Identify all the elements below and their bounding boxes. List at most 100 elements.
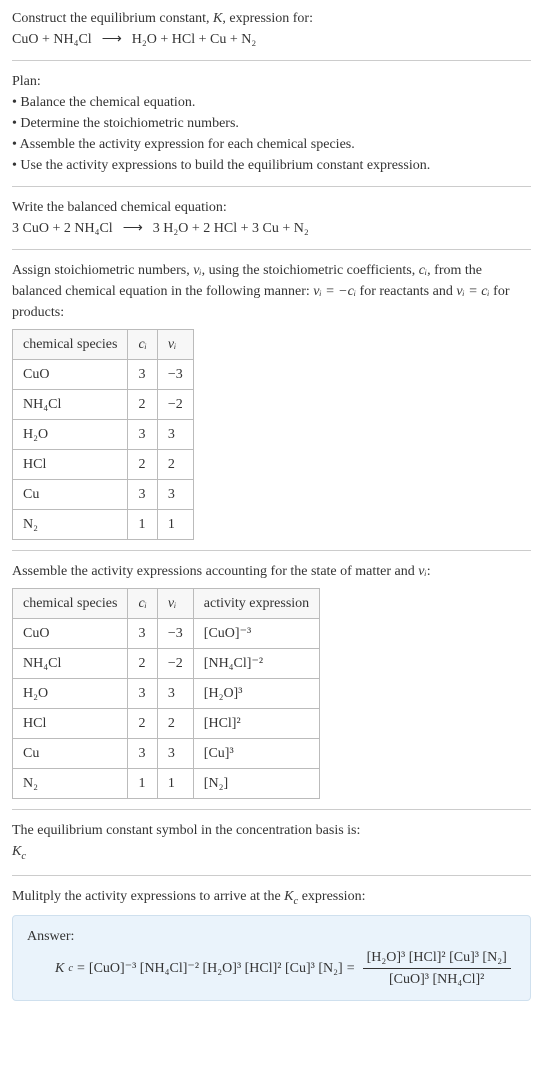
cell-ci: 3 [128, 360, 157, 390]
divider [12, 60, 531, 61]
cell-species: HCl [13, 450, 128, 480]
plan-bullet-2: • Determine the stoichiometric numbers. [12, 113, 531, 134]
divider [12, 875, 531, 876]
cell-species: HCl [13, 709, 128, 739]
divider [12, 550, 531, 551]
cell-ci: 2 [128, 649, 157, 679]
cell-species: H₂O [13, 420, 128, 450]
col-ci: cᵢ [128, 330, 157, 360]
table-row: H₂O33 [13, 420, 194, 450]
col-nui: νᵢ [157, 330, 193, 360]
cell-ci: 3 [128, 480, 157, 510]
table-row: NH₄Cl2−2 [13, 390, 194, 420]
stoich-text-b: , using the stoichiometric coefficients, [202, 263, 419, 278]
balanced-block: Write the balanced chemical equation: 3 … [12, 197, 531, 239]
answer-box: Answer: Kc = [CuO]⁻³ [NH₄Cl]⁻² [H₂O]³ [H… [12, 915, 531, 1001]
stoich-c-i: cᵢ [419, 263, 427, 278]
stoich-eq2: νᵢ = cᵢ [456, 284, 489, 299]
col-activity: activity expression [193, 589, 319, 619]
cell-ci: 1 [128, 769, 157, 799]
answer-label: Answer: [27, 926, 516, 947]
balanced-lhs: 3 CuO + 2 NH₄Cl [12, 218, 113, 239]
conc-basis-block: The equilibrium constant symbol in the c… [12, 820, 531, 865]
activity-block: Assemble the activity expressions accoun… [12, 561, 531, 799]
stoich-text-a: Assign stoichiometric numbers, [12, 263, 193, 278]
cell-nui: 1 [157, 769, 193, 799]
multiply-line: Mulitply the activity expressions to arr… [12, 886, 531, 910]
cell-activity: [H₂O]³ [193, 679, 319, 709]
col-nui: νᵢ [157, 589, 193, 619]
activity-table: chemical species cᵢ νᵢ activity expressi… [12, 588, 320, 799]
balanced-rhs: 3 H₂O + 2 HCl + 3 Cu + N₂ [153, 218, 309, 239]
cell-nui: 1 [157, 510, 193, 540]
reaction-lhs: CuO + NH₄Cl [12, 29, 92, 50]
conc-basis-symbol: Kc [12, 841, 531, 865]
stoich-intro: Assign stoichiometric numbers, νᵢ, using… [12, 260, 531, 323]
cell-activity: [CuO]⁻³ [193, 619, 319, 649]
multiply-block: Mulitply the activity expressions to arr… [12, 886, 531, 910]
cell-nui: −2 [157, 649, 193, 679]
prompt-block: Construct the equilibrium constant, K, e… [12, 8, 531, 50]
stoich-nu-i: νᵢ [193, 263, 201, 278]
table-row: HCl22 [13, 450, 194, 480]
answer-Kc-K: K [55, 958, 64, 979]
cell-ci: 2 [128, 390, 157, 420]
plan-block: Plan: • Balance the chemical equation. •… [12, 71, 531, 176]
cell-species: H₂O [13, 679, 128, 709]
answer-flat-product: [CuO]⁻³ [NH₄Cl]⁻² [H₂O]³ [HCl]² [Cu]³ [N… [89, 958, 343, 979]
cell-nui: 3 [157, 679, 193, 709]
table-row: CuO3−3 [13, 360, 194, 390]
Kc-K: K [12, 844, 21, 859]
divider [12, 186, 531, 187]
balanced-arrow-icon: ⟶ [123, 218, 143, 239]
activity-nu-i: νᵢ [418, 564, 426, 579]
conc-basis-line: The equilibrium constant symbol in the c… [12, 820, 531, 841]
reaction-rhs: H₂O + HCl + Cu + N₂ [132, 29, 256, 50]
cell-nui: 3 [157, 480, 193, 510]
plan-bullet-1: • Balance the chemical equation. [12, 92, 531, 113]
fraction-numerator: [H₂O]³ [HCl]² [Cu]³ [N₂] [363, 947, 511, 969]
col-species: chemical species [13, 589, 128, 619]
cell-ci: 1 [128, 510, 157, 540]
fraction-denominator: [CuO]³ [NH₄Cl]² [385, 969, 488, 990]
cell-nui: −3 [157, 619, 193, 649]
table-row: N₂11[N₂] [13, 769, 320, 799]
Kc-sub: c [21, 851, 26, 862]
balanced-title: Write the balanced chemical equation: [12, 197, 531, 218]
activity-title-b: : [427, 564, 431, 579]
cell-species: CuO [13, 360, 128, 390]
table-row: NH₄Cl2−2[NH₄Cl]⁻² [13, 649, 320, 679]
cell-ci: 3 [128, 679, 157, 709]
prompt-K: K [213, 11, 222, 26]
stoich-text-d: for reactants and [356, 284, 456, 299]
cell-nui: −3 [157, 360, 193, 390]
eq-sign-1: = [77, 958, 85, 979]
cell-ci: 3 [128, 619, 157, 649]
cell-nui: 3 [157, 420, 193, 450]
activity-title-a: Assemble the activity expressions accoun… [12, 564, 418, 579]
stoich-eq1: νᵢ = −cᵢ [313, 284, 356, 299]
table-row: CuO3−3[CuO]⁻³ [13, 619, 320, 649]
cell-activity: [HCl]² [193, 709, 319, 739]
plan-bullet-3: • Assemble the activity expression for e… [12, 134, 531, 155]
cell-nui: 3 [157, 739, 193, 769]
balanced-equation: 3 CuO + 2 NH₄Cl ⟶ 3 H₂O + 2 HCl + 3 Cu +… [12, 218, 531, 239]
cell-species: CuO [13, 619, 128, 649]
table-row: N₂11 [13, 510, 194, 540]
cell-species: Cu [13, 480, 128, 510]
col-species: chemical species [13, 330, 128, 360]
cell-nui: 2 [157, 709, 193, 739]
plan-bullet-4: • Use the activity expressions to build … [12, 155, 531, 176]
activity-title: Assemble the activity expressions accoun… [12, 561, 531, 582]
cell-ci: 3 [128, 420, 157, 450]
cell-ci: 3 [128, 739, 157, 769]
col-ci: cᵢ [128, 589, 157, 619]
answer-Kc-sub: c [68, 961, 73, 977]
prompt-text-b: , expression for: [222, 11, 313, 26]
eq-sign-2: = [347, 958, 355, 979]
multiply-Kc-K: K [284, 889, 293, 904]
plan-title: Plan: [12, 71, 531, 92]
stoich-table: chemical species cᵢ νᵢ CuO3−3 NH₄Cl2−2 H… [12, 329, 194, 540]
prompt-text-a: Construct the equilibrium constant, [12, 11, 213, 26]
answer-equation: Kc = [CuO]⁻³ [NH₄Cl]⁻² [H₂O]³ [HCl]² [Cu… [27, 947, 516, 990]
